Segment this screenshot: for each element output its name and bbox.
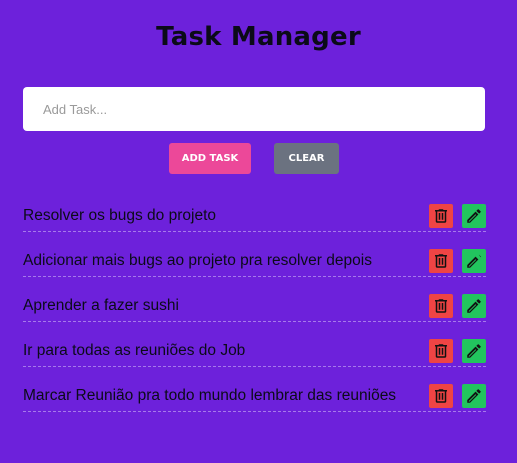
pencil-icon <box>467 254 481 268</box>
add-task-input[interactable] <box>23 87 485 131</box>
page-title: Task Manager <box>156 22 361 52</box>
task-text: Resolver os bugs do projeto <box>23 207 217 224</box>
clear-button[interactable]: CLEAR <box>274 143 339 174</box>
trash-icon <box>435 389 447 403</box>
edit-task-button[interactable] <box>462 294 486 318</box>
task-item: Aprender a fazer sushi <box>23 290 486 322</box>
pencil-icon <box>467 389 481 403</box>
pencil-icon <box>467 209 481 223</box>
task-text: Marcar Reunião pra todo mundo lembrar da… <box>23 387 397 404</box>
delete-task-button[interactable] <box>429 204 453 228</box>
trash-icon <box>435 344 447 358</box>
pencil-icon <box>467 344 481 358</box>
edit-task-button[interactable] <box>462 249 486 273</box>
task-item: Adicionar mais bugs ao projeto pra resol… <box>23 245 486 277</box>
task-text: Adicionar mais bugs ao projeto pra resol… <box>23 252 372 269</box>
edit-task-button[interactable] <box>462 339 486 363</box>
pencil-icon <box>467 299 481 313</box>
task-item: Marcar Reunião pra todo mundo lembrar da… <box>23 380 486 412</box>
task-manager-app: Task Manager ADD TASK CLEAR Resolver os … <box>0 0 517 463</box>
task-list: Resolver os bugs do projeto Adicionar ma… <box>23 200 486 425</box>
trash-icon <box>435 299 447 313</box>
task-item: Ir para todas as reuniões do Job <box>23 335 486 367</box>
add-task-button[interactable]: ADD TASK <box>169 143 251 174</box>
delete-task-button[interactable] <box>429 249 453 273</box>
edit-task-button[interactable] <box>462 204 486 228</box>
task-item: Resolver os bugs do projeto <box>23 200 486 232</box>
delete-task-button[interactable] <box>429 339 453 363</box>
delete-task-button[interactable] <box>429 294 453 318</box>
trash-icon <box>435 209 447 223</box>
task-text: Aprender a fazer sushi <box>23 297 179 314</box>
delete-task-button[interactable] <box>429 384 453 408</box>
trash-icon <box>435 254 447 268</box>
edit-task-button[interactable] <box>462 384 486 408</box>
task-text: Ir para todas as reuniões do Job <box>23 342 246 359</box>
